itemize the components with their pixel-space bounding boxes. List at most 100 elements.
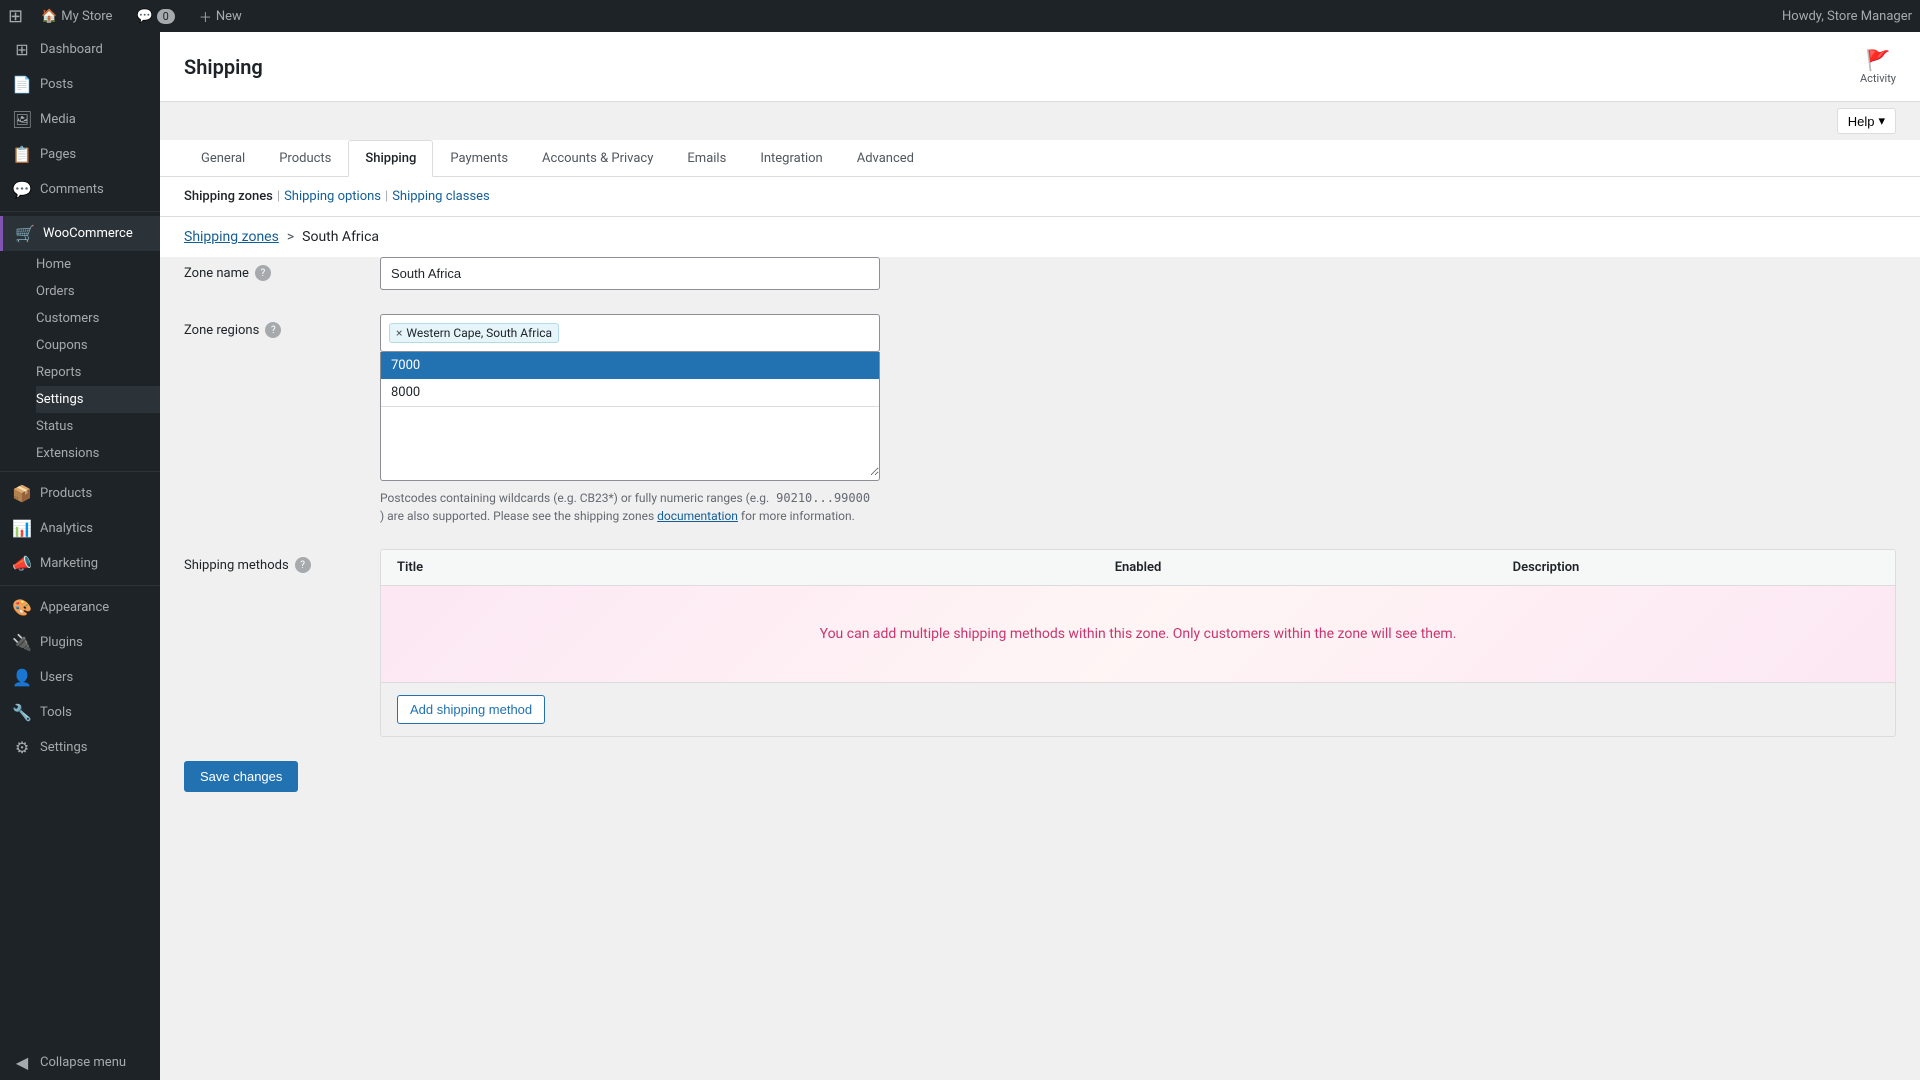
customers-sub-label: Customers [36, 311, 99, 326]
sidebar-label-media: Media [40, 112, 76, 127]
postcode-option-7000[interactable]: 7000 [381, 352, 879, 379]
zone-name-input[interactable] [380, 257, 880, 290]
comments-count: 0 [157, 9, 175, 24]
help-button[interactable]: Help ▾ [1837, 108, 1896, 134]
table-header: Title Enabled Description [381, 550, 1895, 586]
sidebar-item-customers[interactable]: Customers [36, 305, 160, 332]
zone-name-label: Zone name ? [184, 257, 364, 281]
settings-tabs: General Products Shipping Payments Accou… [160, 140, 1920, 177]
subnav-shipping-zones[interactable]: Shipping zones [184, 189, 273, 204]
sidebar-item-extensions[interactable]: Extensions [36, 440, 160, 467]
howdy-text: Howdy, Store Manager [1782, 9, 1912, 24]
shipping-methods-row: Shipping methods ? Title Enabled Descrip… [184, 549, 1896, 737]
marketing-icon: 📣 [12, 554, 32, 573]
shipping-methods-label: Shipping methods ? [184, 549, 364, 573]
sidebar-item-status[interactable]: Status [36, 413, 160, 440]
wp-logo-icon: ⊞ [8, 6, 23, 27]
tab-advanced[interactable]: Advanced [840, 140, 931, 177]
sidebar-item-products[interactable]: 📦 Products [0, 476, 160, 511]
tab-payments[interactable]: Payments [433, 140, 525, 177]
media-icon: 🖼 [12, 110, 32, 129]
sidebar-item-analytics[interactable]: 📊 Analytics [0, 511, 160, 546]
sidebar-label-collapse: Collapse menu [40, 1055, 126, 1070]
sidebar-item-plugins[interactable]: 🔌 Plugins [0, 625, 160, 660]
sidebar-item-comments[interactable]: 💬 Comments [0, 172, 160, 207]
tab-integration[interactable]: Integration [743, 140, 839, 177]
collapse-icon: ◀ [12, 1053, 32, 1072]
tag-remove-icon[interactable]: × [396, 326, 402, 340]
reports-sub-label: Reports [36, 365, 81, 380]
tab-products[interactable]: Products [262, 140, 348, 177]
products-icon: 📦 [12, 484, 32, 503]
postcode-textarea[interactable] [381, 406, 879, 476]
sidebar-item-home[interactable]: Home [36, 251, 160, 278]
subnav-shipping-classes[interactable]: Shipping classes [392, 189, 490, 204]
sidebar-label-plugins: Plugins [40, 635, 83, 650]
posts-icon: 📄 [12, 75, 32, 94]
comments-item[interactable]: 💬 0 [130, 0, 180, 32]
sidebar: ⊞ Dashboard 📄 Posts 🖼 Media 📋 Pages 💬 Co… [0, 32, 160, 1080]
orders-sub-label: Orders [36, 284, 75, 299]
sidebar-item-collapse[interactable]: ◀ Collapse menu [0, 1045, 160, 1080]
sidebar-item-orders[interactable]: Orders [36, 278, 160, 305]
shipping-methods-table: Title Enabled Description You can add mu… [380, 549, 1896, 737]
sidebar-item-settings-main[interactable]: ⚙ Settings [0, 730, 160, 765]
home-sub-label: Home [36, 257, 71, 272]
tab-accounts-privacy[interactable]: Accounts & Privacy [525, 140, 670, 177]
sidebar-item-coupons[interactable]: Coupons [36, 332, 160, 359]
woocommerce-icon: 🛒 [15, 224, 35, 243]
postcode-example: 90210...99000 [772, 490, 874, 506]
breadcrumb: Shipping zones > South Africa [160, 217, 1920, 257]
table-empty-state: You can add multiple shipping methods wi… [381, 586, 1895, 682]
store-name-label: My Store [61, 9, 112, 24]
sidebar-label-dashboard: Dashboard [40, 42, 103, 57]
new-label: New [216, 9, 242, 24]
zone-name-row: Zone name ? [184, 257, 1896, 290]
new-item[interactable]: ＋ New [193, 0, 248, 32]
postcode-option-8000[interactable]: 8000 [381, 379, 879, 406]
sidebar-label-pages: Pages [40, 147, 76, 162]
store-name-item[interactable]: 🏠 My Store [35, 0, 118, 32]
sidebar-item-media[interactable]: 🖼 Media [0, 102, 160, 137]
sidebar-item-appearance[interactable]: 🎨 Appearance [0, 590, 160, 625]
shipping-methods-help-icon[interactable]: ? [295, 557, 311, 573]
pages-icon: 📋 [12, 145, 32, 164]
zone-regions-help-icon[interactable]: ? [265, 322, 281, 338]
sidebar-label-comments: Comments [40, 182, 104, 197]
tab-general[interactable]: General [184, 140, 262, 177]
tab-emails[interactable]: Emails [670, 140, 743, 177]
sidebar-item-tools[interactable]: 🔧 Tools [0, 695, 160, 730]
empty-message: You can add multiple shipping methods wi… [401, 626, 1875, 642]
postcode-list: 7000 8000 [380, 352, 880, 481]
zone-regions-input[interactable]: × Western Cape, South Africa [380, 314, 880, 352]
sidebar-item-woocommerce[interactable]: 🛒 WooCommerce [0, 216, 160, 251]
top-bar: ⊞ 🏠 My Store 💬 0 ＋ New Howdy, Store Mana… [0, 0, 1920, 32]
tools-icon: 🔧 [12, 703, 32, 722]
add-shipping-method-button[interactable]: Add shipping method [397, 695, 545, 724]
chevron-down-icon: ▾ [1878, 113, 1885, 129]
subnav-shipping-options[interactable]: Shipping options [284, 189, 381, 204]
sidebar-item-dashboard[interactable]: ⊞ Dashboard [0, 32, 160, 67]
col-enabled: Enabled [1063, 560, 1213, 575]
col-description: Description [1213, 560, 1879, 575]
sidebar-item-reports[interactable]: Reports [36, 359, 160, 386]
activity-button[interactable]: 🚩 Activity [1860, 48, 1896, 85]
sidebar-label-posts: Posts [40, 77, 73, 92]
analytics-icon: 📊 [12, 519, 32, 538]
save-changes-button[interactable]: Save changes [184, 761, 298, 792]
status-sub-label: Status [36, 419, 73, 434]
zone-name-help-icon[interactable]: ? [255, 265, 271, 281]
sidebar-item-settings[interactable]: Settings [36, 386, 160, 413]
sidebar-item-users[interactable]: 👤 Users [0, 660, 160, 695]
tab-shipping[interactable]: Shipping [348, 140, 433, 177]
sidebar-item-pages[interactable]: 📋 Pages [0, 137, 160, 172]
sidebar-item-posts[interactable]: 📄 Posts [0, 67, 160, 102]
users-icon: 👤 [12, 668, 32, 687]
add-method-row: Add shipping method [381, 682, 1895, 736]
sidebar-item-marketing[interactable]: 📣 Marketing [0, 546, 160, 581]
dashboard-icon: ⊞ [12, 40, 32, 59]
appearance-icon: 🎨 [12, 598, 32, 617]
breadcrumb-link[interactable]: Shipping zones [184, 229, 279, 245]
postcode-docs-link[interactable]: documentation [657, 509, 738, 523]
help-label: Help [1848, 114, 1875, 129]
